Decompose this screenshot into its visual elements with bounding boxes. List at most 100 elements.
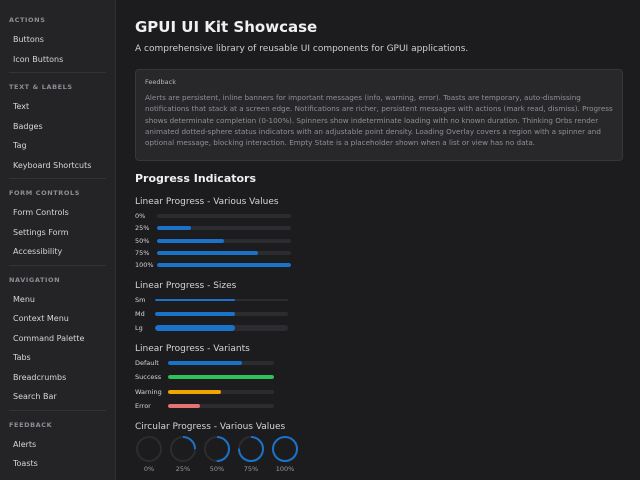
progress-track [157, 226, 291, 231]
progress-label: Sm [135, 296, 146, 304]
circular-progress: 0% [135, 435, 163, 473]
progress-track [157, 250, 291, 255]
progress-row: 75% [135, 248, 295, 258]
circular-progress-label: 0% [143, 465, 155, 473]
sidebar-item-breadcrumbs[interactable]: Breadcrumbs [0, 368, 115, 388]
progress-row: 50% [135, 236, 295, 246]
sidebar-section-form-controls: FORM CONTROLS [9, 189, 81, 197]
circular-progress-ring [238, 436, 264, 462]
progress-row: 25% [135, 224, 295, 233]
progress-row-success: Success [135, 373, 295, 382]
progress-track [168, 375, 274, 380]
circular-progress-label: 100% [275, 465, 295, 473]
progress-row-warning: Warning [135, 387, 295, 397]
sidebar-item-alerts[interactable]: Alerts [0, 435, 115, 455]
sidebar-item-context-menu[interactable]: Context Menu [0, 309, 115, 329]
progress-fill [157, 263, 291, 268]
feedback-info-card: Feedback Alerts are persistent, inline b… [135, 69, 623, 161]
sidebar-item-search-bar[interactable]: Search Bar [0, 387, 115, 407]
progress-track [157, 214, 291, 218]
sidebar-section-actions: ACTIONS [9, 16, 46, 24]
progress-track [155, 299, 288, 301]
sidebar-item-accessibility[interactable]: Accessibility [0, 242, 115, 262]
progress-fill [157, 238, 224, 243]
circular-progress-ring [170, 436, 196, 462]
sidebar-section-feedback: FEEDBACK [9, 420, 53, 429]
progress-track [168, 389, 274, 394]
progress-fill [155, 299, 235, 301]
progress-track [168, 403, 274, 408]
linear-variants-title: Linear Progress - Variants [135, 344, 250, 354]
progress-label: Default [135, 359, 159, 367]
progress-fill [155, 312, 235, 316]
progress-label: 0% [135, 212, 146, 220]
circular-progress-ring [272, 436, 298, 462]
sidebar-item-badges[interactable]: Badges [0, 117, 115, 137]
sidebar-item-tabs[interactable]: Tabs [0, 348, 115, 368]
progress-row-default: Default [135, 359, 295, 368]
sidebar: ACTIONS Buttons Icon Buttons TEXT & LABELS T… [0, 0, 116, 480]
info-card-label: Feedback [145, 78, 176, 86]
sidebar-item-settings-form[interactable]: Settings Form [0, 223, 115, 243]
info-card-body: Alerts are persistent, inline banners fo… [145, 93, 613, 148]
circular-progress: 100% [271, 435, 299, 473]
circular-progress-label: 50% [209, 465, 225, 473]
progress-track [155, 312, 288, 316]
sidebar-item-buttons[interactable]: Buttons [0, 30, 115, 50]
progress-track [157, 263, 291, 268]
progress-track [168, 361, 274, 365]
progress-row: 100% [135, 261, 295, 270]
circular-progress-label: 75% [243, 465, 259, 473]
progress-label: 75% [135, 248, 150, 257]
linear-values-title: Linear Progress - Various Values [135, 197, 279, 207]
sidebar-item-keyboard-shortcuts[interactable]: Keyboard Shortcuts [0, 156, 115, 176]
circular-progress-fill [272, 436, 298, 462]
progress-label: Lg [135, 324, 143, 332]
progress-fill [157, 226, 191, 231]
sidebar-item-toasts[interactable]: Toasts [0, 454, 115, 474]
sidebar-section-text-labels: TEXT & LABELS [9, 83, 73, 91]
progress-fill [155, 325, 235, 331]
progress-heading: Progress Indicators [135, 172, 257, 185]
circular-progress-label: 25% [175, 465, 191, 473]
circular-progress: 75% [237, 435, 265, 473]
circular-values-title: Circular Progress - Various Values [135, 422, 286, 432]
sidebar-item-menu[interactable]: Menu [0, 290, 115, 310]
progress-row: 0% [135, 212, 295, 221]
main-content: GPUI UI Kit Showcase A comprehensive lib… [117, 0, 640, 480]
progress-track [157, 238, 291, 243]
progress-label: Warning [135, 387, 162, 396]
linear-sizes-title: Linear Progress - Sizes [135, 281, 237, 291]
page-title: GPUI UI Kit Showcase [135, 18, 318, 36]
progress-fill [168, 403, 200, 408]
circular-progress: 50% [203, 435, 231, 473]
page-subtitle: A comprehensive library of reusable UI c… [135, 44, 469, 54]
progress-label: 50% [135, 236, 150, 245]
progress-fill [157, 250, 258, 255]
circular-progress: 25% [169, 435, 197, 473]
progress-track [155, 325, 288, 331]
sidebar-divider [9, 72, 106, 73]
sidebar-divider [9, 409, 106, 411]
progress-row: Md [135, 310, 295, 319]
sidebar-divider [9, 264, 106, 266]
sidebar-item-form-controls[interactable]: Form Controls [0, 203, 115, 223]
progress-label: Md [135, 310, 145, 318]
progress-row: Lg [135, 324, 295, 333]
sidebar-item-command-palette[interactable]: Command Palette [0, 329, 115, 349]
sidebar-item-icon-buttons[interactable]: Icon Buttons [0, 50, 115, 70]
sidebar-divider [9, 178, 106, 179]
circular-progress-track [136, 436, 162, 462]
progress-fill [168, 361, 243, 365]
sidebar-item-tag[interactable]: Tag [0, 136, 115, 156]
progress-row: Sm [135, 296, 295, 305]
progress-label: Success [135, 373, 162, 382]
sidebar-item-text[interactable]: Text [0, 97, 115, 117]
progress-fill [168, 389, 221, 394]
sidebar-section-navigation: NAVIGATION [9, 275, 61, 284]
circular-progress-ring [204, 436, 230, 462]
progress-label: 100% [135, 261, 154, 270]
progress-fill [168, 375, 274, 380]
progress-label: 25% [135, 224, 150, 233]
progress-row-error: Error [135, 402, 295, 411]
